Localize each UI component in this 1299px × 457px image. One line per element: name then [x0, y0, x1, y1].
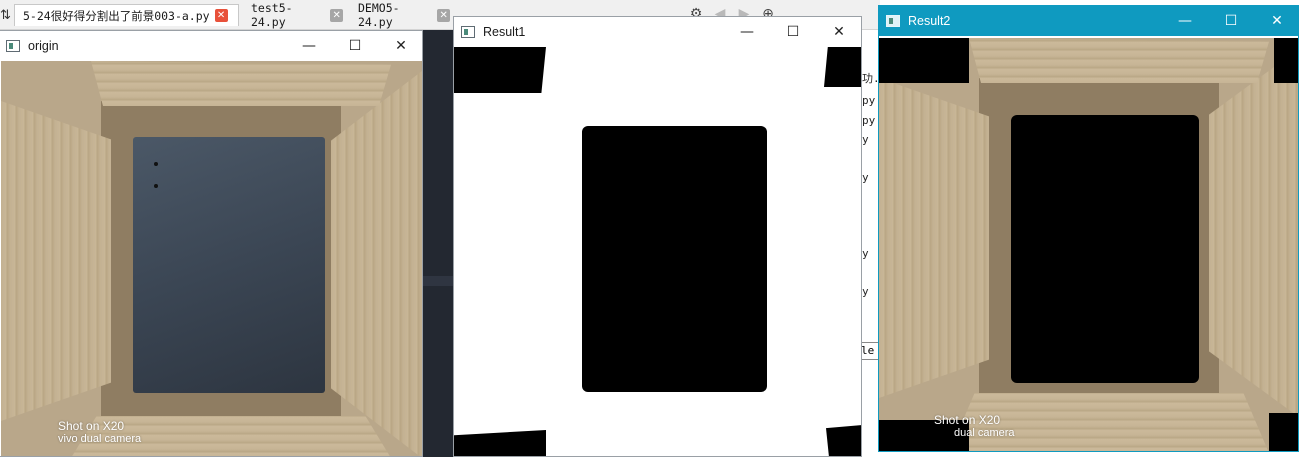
caption-line2: dual camera [954, 427, 1015, 439]
app-icon [6, 40, 20, 52]
tab-5-24-script[interactable]: 5-24很好得分割出了前景003-a.py ✕ [14, 4, 239, 26]
tab-label: DEMO5-24.py [358, 1, 400, 29]
close-button[interactable]: ✕ [1254, 6, 1298, 36]
result2-image: Shot on X20 dual camera [879, 38, 1298, 451]
editor-gutter [423, 30, 455, 457]
app-icon [886, 15, 900, 27]
minimize-button[interactable]: — [286, 31, 332, 61]
titlebar[interactable]: origin — ☐ ✕ [0, 31, 422, 61]
maximize-button[interactable]: ☐ [1208, 6, 1254, 36]
peek-list-item: y [862, 247, 869, 260]
tab-label: 5-24很好得分割出了前景003-a.py [23, 8, 210, 23]
caption-line1: Shot on X20 [58, 419, 125, 433]
origin-window[interactable]: origin — ☐ ✕ Shot on X20 vivo dual camer… [0, 30, 423, 457]
result1-mask-image [454, 47, 861, 456]
window-title: Result1 [483, 25, 526, 39]
maximize-button[interactable]: ☐ [770, 17, 816, 47]
result1-window[interactable]: Result1 — ☐ ✕ [453, 16, 862, 457]
minimize-button[interactable]: — [1162, 6, 1208, 36]
tab-label: test5-24.py [251, 1, 293, 29]
origin-image: Shot on X20 vivo dual camera [1, 61, 422, 456]
peek-list-item: py [862, 94, 876, 107]
maximize-button[interactable]: ☐ [332, 31, 378, 61]
peek-list-item: y [862, 285, 869, 298]
close-button[interactable]: ✕ [816, 17, 861, 47]
tab-test5-24[interactable]: test5-24.py ✕ [243, 1, 343, 29]
close-icon[interactable]: ✕ [437, 8, 450, 22]
close-icon[interactable]: ✕ [214, 9, 228, 22]
file-list-peek: 功.p py py y y y y [860, 70, 886, 370]
result2-window[interactable]: Result2 — ☐ ✕ Shot on X20 dual camera [878, 5, 1299, 452]
caption-line1: Shot on X20 [934, 413, 1001, 427]
close-icon[interactable]: ✕ [330, 8, 343, 22]
window-title: origin [28, 39, 59, 53]
caption-line2: vivo dual camera [58, 433, 142, 445]
swap-icon[interactable]: ⇅ [0, 8, 11, 23]
titlebar[interactable]: Result2 — ☐ ✕ [879, 6, 1298, 36]
tab-demo5-24[interactable]: DEMO5-24.py ✕ [350, 1, 450, 29]
app-icon [461, 26, 475, 38]
peek-list-item: y [862, 133, 869, 146]
minimize-button[interactable]: — [724, 17, 770, 47]
window-title: Result2 [908, 14, 951, 28]
titlebar[interactable]: Result1 — ☐ ✕ [454, 17, 861, 47]
peek-list-item: y [862, 171, 869, 184]
peek-list-item: py [862, 114, 876, 127]
close-button[interactable]: ✕ [378, 31, 422, 61]
